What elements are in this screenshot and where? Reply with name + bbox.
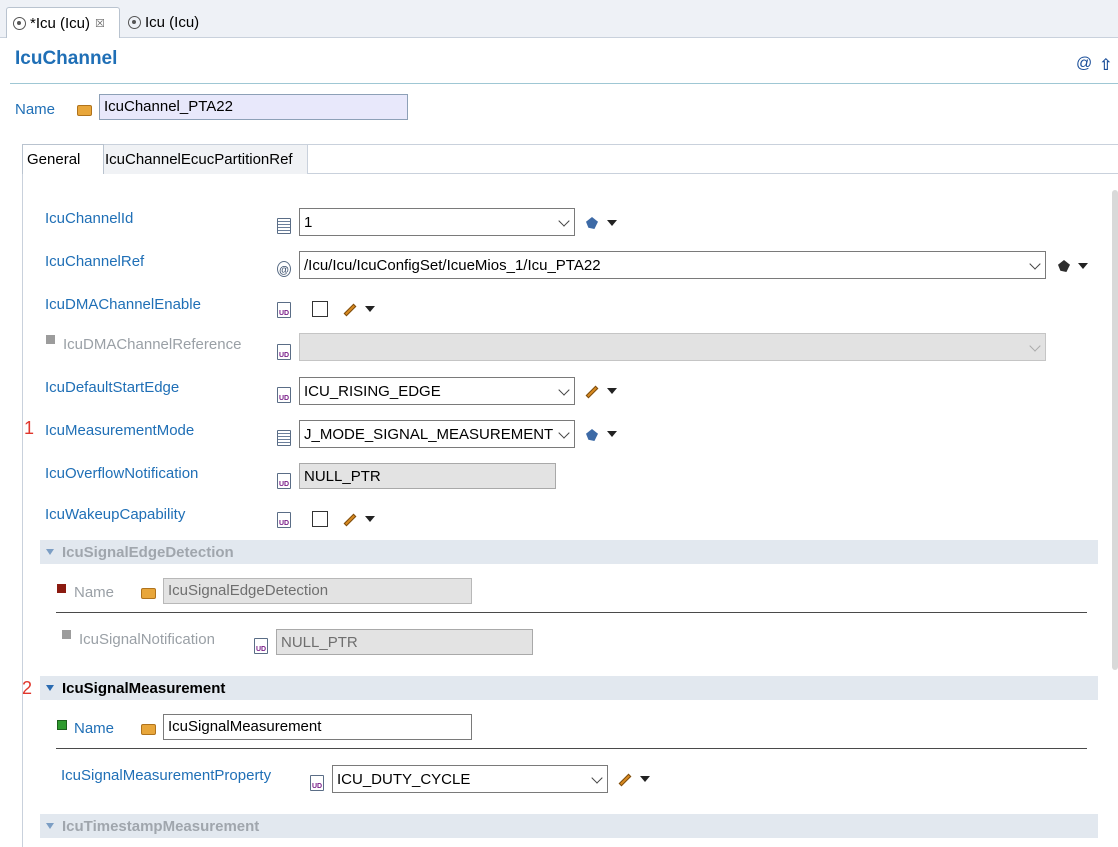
section-title: IcuSignalMeasurement (62, 679, 226, 697)
section-title: IcuTimestampMeasurement (62, 817, 260, 835)
list-field-icon (277, 430, 291, 446)
dma-enable-checkbox[interactable] (312, 301, 328, 317)
annotation-marker-2: 2 (22, 678, 33, 698)
signal-measurement-name-label: Name (74, 720, 115, 737)
chevron-down-icon (558, 215, 570, 227)
folder-icon (141, 724, 156, 735)
annotation-marker-1: 1 (24, 418, 35, 438)
dma-reference-select[interactable] (299, 333, 1046, 361)
section-signal-edge-detection[interactable]: IcuSignalEdgeDetection (40, 540, 1098, 564)
wakeup-capability-label: IcuWakeupCapability (45, 506, 186, 523)
signal-measurement-status-icon (57, 720, 67, 730)
close-icon[interactable]: ☒ (95, 17, 105, 30)
tab-general[interactable]: General (22, 144, 104, 174)
overflow-notification-label: IcuOverflowNotification (45, 465, 199, 482)
measurement-mode-value: J_MODE_SIGNAL_MEASUREMENT (304, 425, 554, 443)
folder-icon (77, 105, 92, 116)
section-title: IcuSignalEdgeDetection (62, 543, 234, 561)
dma-reference-label: IcuDMAChannelReference (63, 336, 242, 353)
channel-id-value: 1 (304, 213, 313, 231)
chevron-down-icon (558, 427, 570, 439)
default-start-edge-label: IcuDefaultStartEdge (45, 379, 180, 396)
edge-detection-status-icon (57, 584, 66, 593)
disabled-marker-icon (46, 335, 55, 344)
dropdown-arrow-icon[interactable] (640, 776, 650, 782)
dma-enable-label: IcuDMAChannelEnable (45, 296, 201, 313)
channel-ref-label: IcuChannelRef (45, 253, 145, 270)
dropdown-arrow-icon[interactable] (365, 516, 375, 522)
list-field-icon (277, 218, 291, 234)
user-defined-icon (277, 473, 291, 489)
module-icon (13, 16, 26, 30)
header-divider (10, 83, 1118, 84)
channel-id-select[interactable]: 1 (299, 208, 575, 236)
default-start-edge-select[interactable]: ICU_RISING_EDGE (299, 377, 575, 405)
signal-notification-field[interactable]: NULL_PTR (276, 629, 533, 655)
signal-measurement-name-input[interactable]: IcuSignalMeasurement (163, 714, 472, 740)
collapse-triangle-icon (46, 823, 54, 829)
dropdown-arrow-icon[interactable] (607, 431, 617, 437)
measurement-property-value: ICU_DUTY_CYCLE (337, 770, 471, 788)
vertical-scrollbar[interactable] (1112, 190, 1118, 670)
tab-content-frame (22, 144, 1118, 847)
signal-notification-label: IcuSignalNotification (79, 631, 215, 648)
dropdown-arrow-icon[interactable] (607, 220, 617, 226)
collapse-triangle-icon (46, 685, 54, 691)
section-timestamp-measurement[interactable]: IcuTimestampMeasurement (40, 814, 1098, 838)
default-start-edge-value: ICU_RISING_EDGE (304, 382, 441, 400)
reference-icon (277, 261, 291, 277)
measurement-property-label: IcuSignalMeasurementProperty (61, 767, 272, 784)
channel-id-label: IcuChannelId (45, 210, 134, 227)
overflow-notification-field[interactable]: NULL_PTR (299, 463, 556, 489)
section-divider (56, 612, 1087, 613)
section-divider (56, 748, 1087, 749)
name-input[interactable]: IcuChannel_PTA22 (99, 94, 408, 120)
measurement-mode-label: IcuMeasurementMode (45, 422, 195, 439)
editor-tab-label: *Icu (Icu) (30, 14, 91, 32)
chevron-down-icon (1029, 340, 1041, 352)
user-defined-icon (310, 775, 324, 791)
user-defined-icon (277, 344, 291, 360)
wakeup-capability-checkbox[interactable] (312, 511, 328, 527)
collapse-triangle-icon (46, 549, 54, 555)
name-label: Name (15, 101, 56, 118)
section-signal-measurement[interactable]: IcuSignalMeasurement (40, 676, 1098, 700)
user-defined-icon (277, 302, 291, 318)
chevron-down-icon (558, 384, 570, 396)
edge-detection-name-label: Name (74, 584, 115, 601)
at-icon[interactable]: @ (1076, 55, 1092, 73)
editor-tab-icu-modified[interactable]: *Icu (Icu) ☒ (6, 7, 120, 38)
editor-tab-label: Icu (Icu) (145, 14, 200, 31)
channel-ref-select[interactable]: /Icu/Icu/IcuConfigSet/IcueMios_1/Icu_PTA… (299, 251, 1046, 279)
user-defined-icon (254, 638, 268, 654)
module-icon (128, 16, 141, 29)
measurement-property-select[interactable]: ICU_DUTY_CYCLE (332, 765, 608, 793)
editor-tab-icu[interactable]: Icu (Icu) (122, 7, 212, 38)
folder-icon (141, 588, 156, 599)
chevron-down-icon (591, 772, 603, 784)
edge-detection-name-input[interactable]: IcuSignalEdgeDetection (163, 578, 472, 604)
dropdown-arrow-icon[interactable] (1078, 263, 1088, 269)
up-arrow-icon[interactable]: ⇧ (1099, 55, 1112, 75)
tab-ecuc-partition-ref[interactable]: IcuChannelEcucPartitionRef (100, 144, 308, 174)
measurement-mode-select[interactable]: J_MODE_SIGNAL_MEASUREMENT (299, 420, 575, 448)
dropdown-arrow-icon[interactable] (365, 306, 375, 312)
user-defined-icon (277, 512, 291, 528)
page-title: IcuChannel (15, 48, 118, 69)
disabled-marker-icon (62, 630, 71, 639)
dropdown-arrow-icon[interactable] (607, 388, 617, 394)
user-defined-icon (277, 387, 291, 403)
chevron-down-icon (1029, 258, 1041, 270)
channel-ref-value: /Icu/Icu/IcuConfigSet/IcueMios_1/Icu_PTA… (304, 256, 601, 274)
